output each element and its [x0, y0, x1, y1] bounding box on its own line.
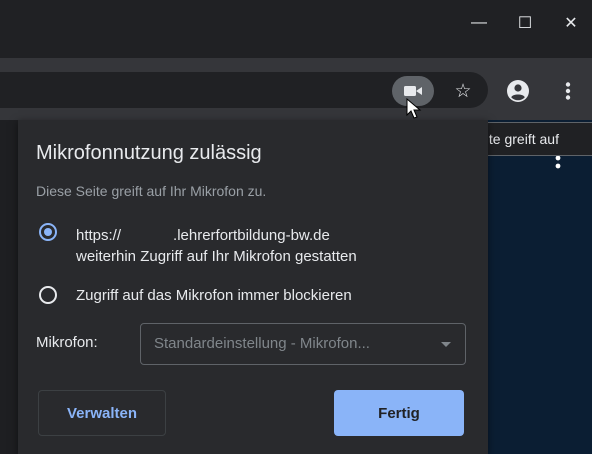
block-radio[interactable]	[39, 286, 57, 304]
site-url-prefix: https://	[76, 227, 122, 244]
profile-icon[interactable]	[502, 75, 534, 107]
camera-icon	[404, 86, 422, 96]
manage-button[interactable]: Verwalten	[38, 390, 166, 436]
dropdown-caret-icon	[441, 342, 451, 347]
page-background	[488, 120, 592, 454]
title-bar: — ☐ ✕	[0, 0, 592, 58]
page-menu-icon[interactable]	[552, 154, 564, 178]
allow-option-label[interactable]: https:// .lehrerfortbildung-bw.de weiterh…	[76, 225, 357, 267]
minimize-button[interactable]: —	[456, 0, 502, 46]
maximize-button[interactable]: ☐	[502, 0, 548, 46]
bookmark-star-icon[interactable]: ☆	[448, 76, 478, 106]
browser-menu-icon[interactable]	[556, 75, 580, 107]
microphone-select[interactable]: Standardeinstellung - Mikrofon...	[140, 323, 466, 365]
block-option-label[interactable]: Zugriff auf das Mikrofon immer blockiere…	[76, 287, 352, 304]
microphone-label: Mikrofon:	[36, 334, 98, 351]
site-url-domain: .lehrerfortbildung-bw.de	[173, 227, 330, 244]
allow-option-text: weiterhin Zugriff auf Ihr Mikrofon gesta…	[76, 248, 357, 265]
close-button[interactable]: ✕	[548, 0, 592, 46]
popup-title: Mikrofonnutzung zulässig	[36, 142, 262, 164]
popup-description: Diese Seite greift auf Ihr Mikrofon zu.	[36, 183, 267, 199]
done-button[interactable]: Fertig	[334, 390, 464, 436]
allow-radio[interactable]	[39, 223, 57, 241]
mouse-cursor-icon	[406, 98, 422, 119]
microphone-permission-popup: Mikrofonnutzung zulässig Diese Seite gre…	[18, 120, 488, 454]
microphone-select-value: Standardeinstellung - Mikrofon...	[154, 335, 370, 352]
